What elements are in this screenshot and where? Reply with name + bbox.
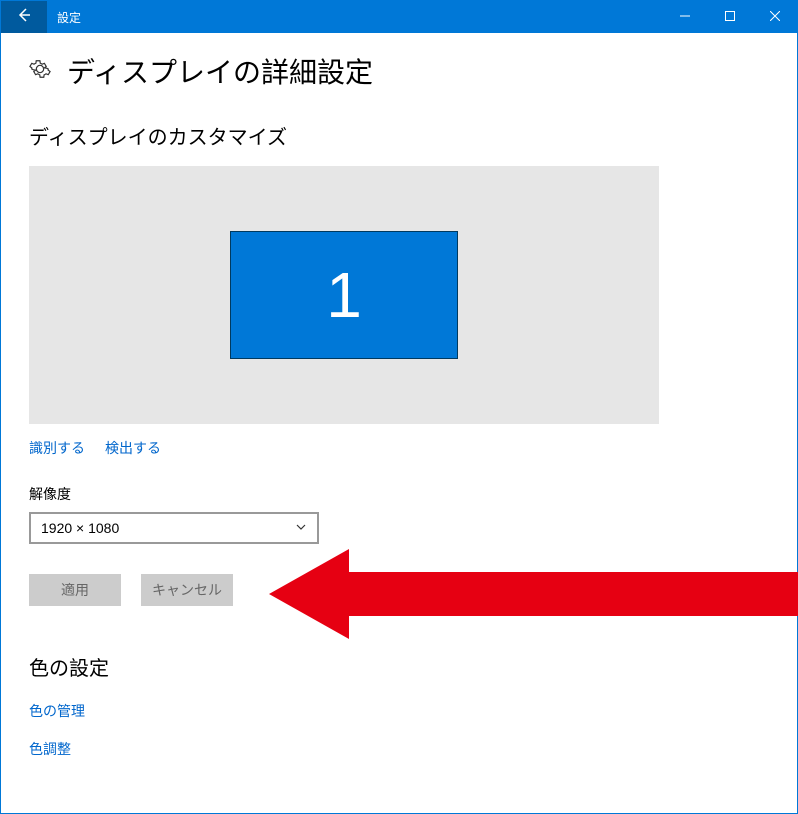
- identify-link[interactable]: 識別する: [29, 438, 85, 458]
- resolution-value: 1920 × 1080: [41, 520, 119, 536]
- window-title: 設定: [57, 9, 662, 26]
- color-adjust-link[interactable]: 色調整: [29, 739, 769, 759]
- red-arrow-annotation: [269, 544, 798, 649]
- minimize-button[interactable]: [662, 1, 707, 33]
- window-controls: [662, 1, 797, 33]
- maximize-button[interactable]: [707, 1, 752, 33]
- back-button[interactable]: [1, 1, 47, 33]
- resolution-label: 解像度: [29, 484, 769, 504]
- resolution-select[interactable]: 1920 × 1080: [29, 512, 319, 544]
- color-manage-link[interactable]: 色の管理: [29, 701, 769, 721]
- cancel-button[interactable]: キャンセル: [141, 574, 233, 606]
- close-button[interactable]: [752, 1, 797, 33]
- detect-link[interactable]: 検出する: [105, 438, 161, 458]
- page-header: ディスプレイの詳細設定: [29, 51, 769, 91]
- apply-button[interactable]: 適用: [29, 574, 121, 606]
- customize-heading: ディスプレイのカスタマイズ: [29, 121, 769, 150]
- chevron-down-icon: [295, 520, 307, 536]
- maximize-icon: [725, 8, 735, 26]
- display-number: 1: [326, 258, 362, 332]
- display-link-row: 識別する 検出する: [29, 438, 769, 458]
- gear-icon: [29, 58, 51, 85]
- content-area: ディスプレイの詳細設定 ディスプレイのカスタマイズ 1 識別する 検出する 解像…: [1, 33, 797, 795]
- back-arrow-icon: [16, 7, 32, 28]
- page-title: ディスプレイの詳細設定: [67, 51, 373, 91]
- minimize-icon: [680, 8, 690, 26]
- display-monitor-1[interactable]: 1: [230, 231, 458, 359]
- display-preview-area: 1: [29, 166, 659, 424]
- titlebar: 設定: [1, 1, 797, 33]
- color-heading: 色の設定: [29, 652, 769, 681]
- close-icon: [770, 8, 780, 26]
- button-row: 適用 キャンセル: [29, 574, 769, 606]
